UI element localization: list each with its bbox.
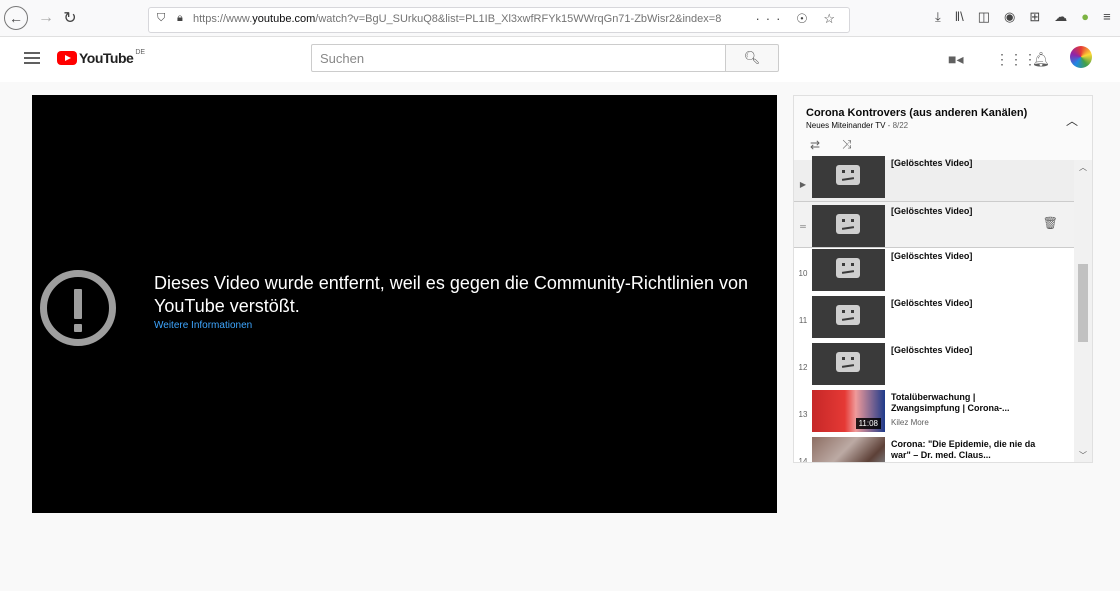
playlist-subtitle: Neues Miteinander TV - 8/22 <box>806 121 908 130</box>
playlist-header: Corona Kontrovers (aus anderen Kanälen) … <box>794 96 1092 161</box>
create-video-icon[interactable]: ■◂ <box>948 51 963 68</box>
deleted-video-icon <box>836 214 860 234</box>
deleted-video-icon <box>836 258 860 278</box>
error-message: Dieses Video wurde entfernt, weil es geg… <box>154 273 748 316</box>
item-index: 12 <box>798 363 808 372</box>
search-box <box>311 44 727 72</box>
back-arrow-icon[interactable]: ← <box>4 6 28 30</box>
forward-arrow-icon[interactable]: → <box>34 6 58 30</box>
apps-grid-icon[interactable]: ⋮⋮⋮ <box>995 51 1037 68</box>
deleted-video-icon <box>836 305 860 325</box>
playlist-title[interactable]: Corona Kontrovers (aus anderen Kanälen) <box>806 107 1027 119</box>
library-icon[interactable]: ‖\ <box>955 9 964 25</box>
video-thumbnail[interactable] <box>812 437 885 462</box>
video-title[interactable]: [Gelöschtes Video] <box>891 158 1041 169</box>
drag-handle-icon[interactable]: ═ <box>796 222 810 231</box>
extension-color-icon[interactable]: ● <box>1081 9 1089 25</box>
video-title[interactable]: [Gelöschtes Video] <box>891 345 1041 356</box>
browser-menu-icon[interactable]: ≡ <box>1103 9 1111 25</box>
deleted-video-icon <box>836 165 860 185</box>
page-actions-icon[interactable]: ··· <box>755 11 786 26</box>
logo-text: YouTube <box>79 50 134 66</box>
browser-toolbar: ← → ↻ ⛉ 🔒︎ https://www.youtube.com/watch… <box>0 0 1120 37</box>
playlist-scrollbar[interactable]: ︿ ﹀ <box>1074 160 1092 462</box>
video-channel[interactable]: Kilez More <box>891 418 929 427</box>
list-item[interactable]: ▶ [Gelöschtes Video] <box>794 156 1074 207</box>
loop-icon[interactable]: ⇄ <box>810 138 820 152</box>
list-item[interactable]: 12 [Gelöschtes Video] <box>794 343 1074 390</box>
logo-country: DE <box>135 48 146 56</box>
extension-cloud-icon[interactable]: ☁ <box>1054 9 1067 25</box>
deleted-video-icon <box>836 352 860 372</box>
list-item[interactable]: 13 11:08 Totalüberwachung | Zwangsimpfun… <box>794 390 1074 437</box>
scrollbar-thumb[interactable] <box>1078 264 1088 342</box>
browser-toolbar-icons: ⤓ ‖\ ◫ ◉ ⊞ ☁ ● ≡ <box>935 9 1111 25</box>
video-title[interactable]: [Gelöschtes Video] <box>891 298 1041 309</box>
sidebar-icon[interactable]: ◫ <box>978 9 990 25</box>
video-duration: 11:08 <box>855 418 881 429</box>
list-item[interactable]: 14 Corona: "Die Epidemie, die nie da war… <box>794 437 1074 463</box>
video-title[interactable]: Corona: "Die Epidemie, die nie da war" –… <box>891 439 1041 461</box>
playlist-position: 8/22 <box>892 121 909 130</box>
video-thumbnail[interactable] <box>812 156 885 198</box>
download-icon[interactable]: ⤓ <box>935 9 941 25</box>
youtube-play-icon <box>57 51 77 65</box>
avatar[interactable] <box>1070 46 1092 68</box>
shuffle-icon[interactable]: ⤨ <box>842 137 852 152</box>
guide-menu-icon[interactable] <box>24 52 40 67</box>
now-playing-icon: ▶ <box>799 180 807 189</box>
collapse-chevron-icon[interactable]: ︿ <box>1066 112 1078 129</box>
scroll-up-icon[interactable]: ︿ <box>1079 162 1087 173</box>
list-item[interactable]: 10 [Gelöschtes Video] <box>794 249 1074 296</box>
playlist-panel: Corona Kontrovers (aus anderen Kanälen) … <box>793 95 1093 463</box>
scroll-down-icon[interactable]: ﹀ <box>1079 450 1087 461</box>
notifications-bell-icon[interactable]: 🔔︎ <box>1032 51 1050 68</box>
extension-grid-icon[interactable]: ⊞ <box>1029 9 1040 25</box>
item-index: 14 <box>798 457 808 463</box>
video-thumbnail[interactable] <box>812 205 885 247</box>
url-bar[interactable]: ⛉ 🔒︎ https://www.youtube.com/watch?v=BgU… <box>148 7 850 33</box>
tracking-shield-icon[interactable]: ⛉ <box>157 12 165 25</box>
lock-icon[interactable]: 🔒︎ <box>177 12 183 25</box>
video-thumbnail[interactable] <box>812 249 885 291</box>
url-text[interactable]: https://www.youtube.com/watch?v=BgU_SUrk… <box>193 13 721 25</box>
video-title[interactable]: [Gelöschtes Video] <box>891 251 1041 262</box>
item-index: 10 <box>798 269 808 278</box>
video-thumbnail[interactable] <box>812 296 885 338</box>
error-exclamation-icon <box>40 270 116 346</box>
item-index: 11 <box>798 316 808 325</box>
playlist-items: ▶ [Gelöschtes Video] ═ [Gelöschtes Video… <box>794 156 1074 463</box>
list-item[interactable]: ═ [Gelöschtes Video] 🗑︎ <box>794 201 1074 248</box>
item-index: 13 <box>798 410 808 419</box>
search-icon: 🔍︎ <box>743 50 761 65</box>
search-button[interactable]: 🔍︎ <box>725 44 779 72</box>
account-icon[interactable]: ◉ <box>1004 9 1015 25</box>
url-actions: ··· ☉ ☆ <box>755 11 841 27</box>
pocket-icon[interactable]: ☉ <box>796 11 814 26</box>
playlist-channel[interactable]: Neues Miteinander TV <box>806 121 885 130</box>
youtube-header: YouTube DE 🔍︎ ■◂ ⋮⋮⋮ 🔔︎ <box>0 37 1120 82</box>
video-thumbnail[interactable] <box>812 343 885 385</box>
more-info-link[interactable]: Weitere Informationen <box>154 320 252 331</box>
list-item[interactable]: 11 [Gelöschtes Video] <box>794 296 1074 343</box>
reload-icon[interactable]: ↻ <box>58 6 82 30</box>
youtube-logo[interactable]: YouTube DE <box>57 48 146 66</box>
bookmark-star-icon[interactable]: ☆ <box>823 11 841 26</box>
trash-icon[interactable]: 🗑︎ <box>1043 216 1058 230</box>
video-player[interactable]: Dieses Video wurde entfernt, weil es geg… <box>32 95 777 513</box>
playlist-separator: - <box>885 121 893 130</box>
video-title[interactable]: [Gelöschtes Video] <box>891 206 1041 217</box>
search-input[interactable] <box>312 45 722 71</box>
video-thumbnail[interactable]: 11:08 <box>812 390 885 432</box>
video-title[interactable]: Totalüberwachung | Zwangsimpfung | Coron… <box>891 392 1041 414</box>
